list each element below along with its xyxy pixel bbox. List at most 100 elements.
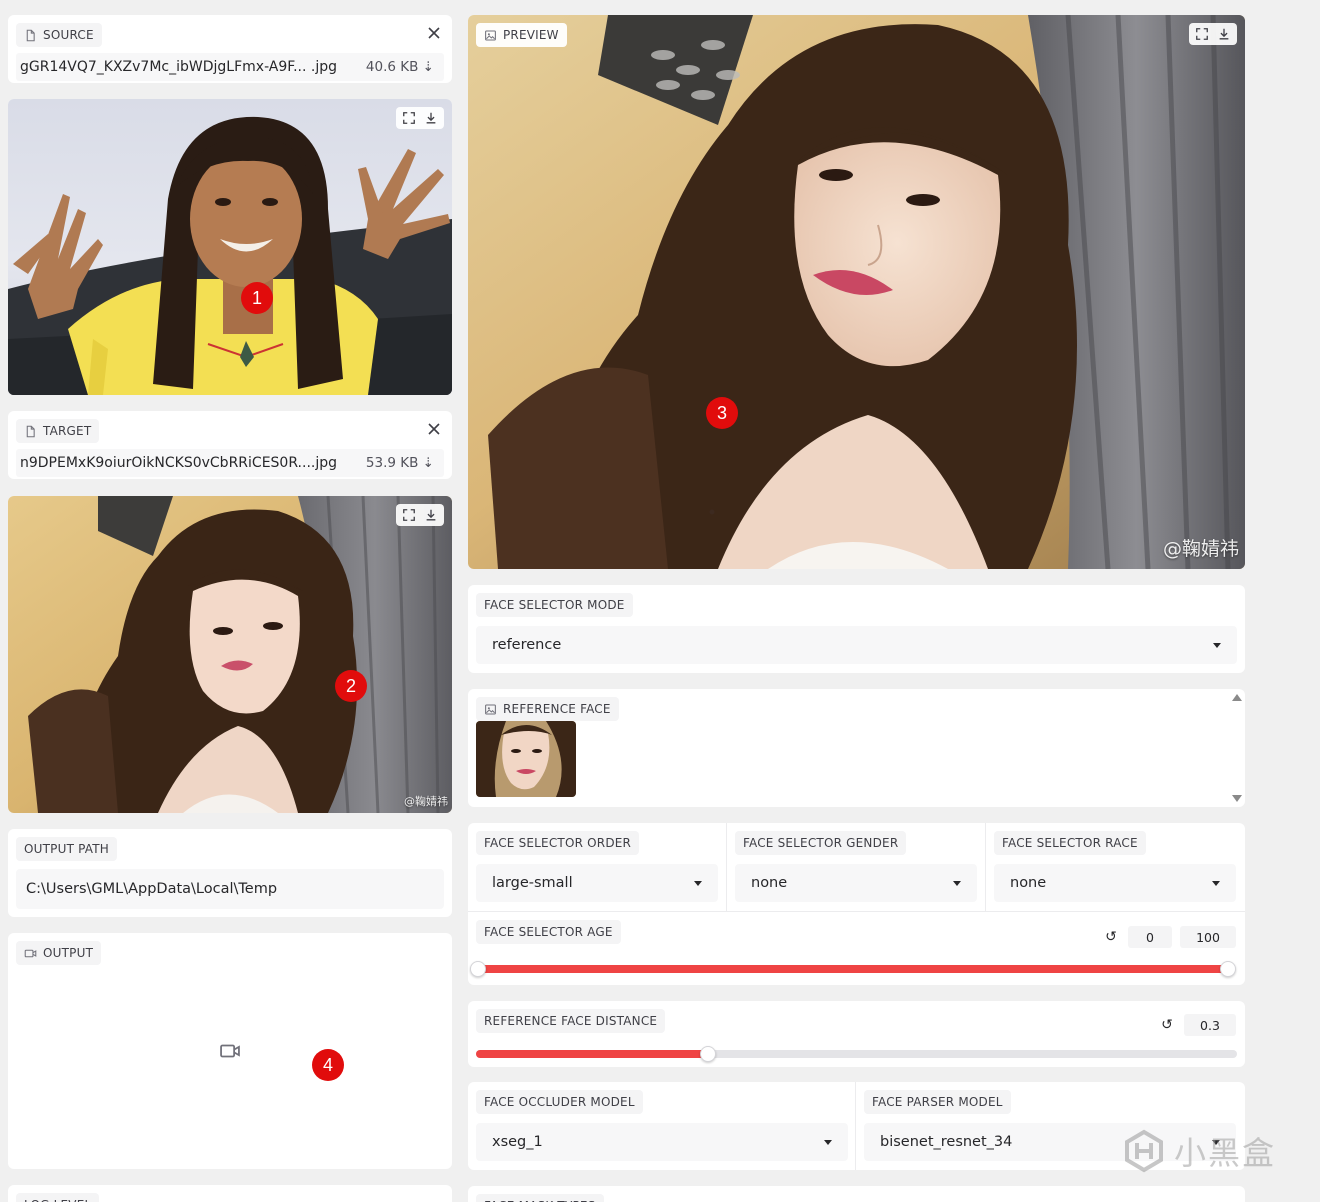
scroll-up-arrow[interactable] — [1232, 694, 1242, 701]
output-label-text: OUTPUT — [43, 946, 94, 960]
reference-face-panel: REFERENCE FACE — [468, 689, 1245, 807]
reference-face-photo — [476, 721, 576, 797]
face-selector-order-label: FACE SELECTOR ORDER — [476, 831, 640, 855]
brand-watermark: 小黑盒 — [1122, 1128, 1276, 1174]
reference-face-distance-input[interactable]: 0.3 — [1184, 1014, 1236, 1036]
face-selector-gender-label: FACE SELECTOR GENDER — [735, 831, 907, 855]
preview-watermark: @鞠婧祎 — [1162, 538, 1239, 560]
target-image-panel: @鞠婧祎 — [8, 496, 452, 813]
source-label: SOURCE — [16, 23, 102, 47]
chevron-down-icon — [694, 880, 702, 886]
target-label: TARGET — [16, 419, 100, 443]
face-mask-types-label: FACE MASK TYPES — [476, 1194, 604, 1202]
fullscreen-icon[interactable] — [398, 107, 420, 129]
source-file-row[interactable]: gGR14VQ7_KXZv7Mc_ibWDjgLFmx-A9F... .jpg … — [16, 53, 444, 81]
age-slider-max-handle[interactable] — [1220, 961, 1236, 977]
age-max-input[interactable]: 100 — [1180, 926, 1236, 948]
face-selector-mode-dropdown[interactable]: reference — [476, 626, 1237, 664]
face-selector-gender-dropdown[interactable]: none — [735, 864, 977, 902]
output-path-panel: OUTPUT PATH C:\Users\GML\AppData\Local\T… — [8, 829, 452, 917]
face-selector-order-dropdown[interactable]: large-small — [476, 864, 718, 902]
source-file-size[interactable]: 40.6 KB ⇣ — [366, 59, 434, 75]
file-icon — [24, 425, 37, 438]
scroll-down-arrow[interactable] — [1232, 795, 1242, 802]
close-icon[interactable] — [426, 421, 442, 437]
fullscreen-icon[interactable] — [1191, 23, 1213, 45]
source-image-panel — [8, 99, 452, 395]
reset-icon[interactable]: ↺ — [1156, 1014, 1178, 1036]
download-icon[interactable] — [420, 107, 442, 129]
reference-face-distance-label: REFERENCE FACE DISTANCE — [476, 1009, 666, 1033]
face-selector-race-value: none — [1010, 875, 1047, 891]
file-icon — [24, 29, 37, 42]
face-occluder-model-label: FACE OCCLUDER MODEL — [476, 1090, 643, 1114]
age-slider-min-handle[interactable] — [470, 961, 486, 977]
annotation-marker-4: 4 — [312, 1049, 344, 1081]
face-selector-mode-panel: FACE SELECTOR MODE reference — [468, 585, 1245, 673]
face-selector-race-label: FACE SELECTOR RACE — [994, 831, 1146, 855]
download-icon[interactable] — [1213, 23, 1235, 45]
reference-face-label-text: REFERENCE FACE — [503, 702, 611, 716]
face-selector-order-value: large-small — [492, 875, 573, 891]
face-selector-options-panel: FACE SELECTOR ORDER large-small FACE SEL… — [468, 823, 1245, 985]
close-icon[interactable] — [426, 25, 442, 41]
output-panel: OUTPUT — [8, 933, 452, 1169]
face-mask-types-panel: FACE MASK TYPES — [468, 1186, 1245, 1202]
distance-slider-fill — [476, 1050, 709, 1058]
log-level-label: LOG LEVEL — [16, 1193, 100, 1202]
target-photo — [8, 496, 452, 813]
video-icon — [24, 947, 37, 960]
reset-icon[interactable]: ↺ — [1100, 926, 1122, 948]
distance-slider-handle[interactable] — [700, 1046, 717, 1062]
divider — [726, 823, 727, 911]
source-file-panel: SOURCE gGR14VQ7_KXZv7Mc_ibWDjgLFmx-A9F..… — [8, 15, 452, 83]
preview-image-tools — [1189, 23, 1237, 45]
source-photo — [8, 99, 452, 395]
face-selector-race-dropdown[interactable]: none — [994, 864, 1236, 902]
preview-label: PREVIEW — [476, 23, 567, 47]
brand-logo-icon — [1125, 1129, 1163, 1173]
target-file-size[interactable]: 53.9 KB ⇣ — [366, 455, 434, 471]
output-path-label: OUTPUT PATH — [16, 837, 118, 861]
image-icon — [484, 703, 497, 716]
target-label-text: TARGET — [43, 424, 92, 438]
source-file-name[interactable]: gGR14VQ7_KXZv7Mc_ibWDjgLFmx-A9F... .jpg — [20, 59, 337, 75]
target-file-name[interactable]: n9DPEMxK9oiurOikNCKS0vCbRRiCES0R....jpg — [20, 455, 337, 471]
chevron-down-icon — [824, 1139, 832, 1145]
age-slider-fill — [478, 965, 1228, 973]
video-placeholder-icon — [219, 1040, 241, 1062]
download-icon[interactable] — [420, 504, 442, 526]
face-selector-age-label: FACE SELECTOR AGE — [476, 920, 621, 944]
annotation-marker-2: 2 — [335, 670, 367, 702]
reference-face-thumbnail[interactable] — [476, 721, 576, 797]
output-label: OUTPUT — [16, 941, 102, 965]
face-occluder-model-dropdown[interactable]: xseg_1 — [476, 1123, 848, 1161]
preview-panel: PREVIEW @鞠婧祎 — [468, 15, 1245, 569]
target-image-tools — [396, 504, 444, 526]
age-min-input[interactable]: 0 — [1128, 926, 1172, 948]
annotation-marker-3: 3 — [706, 397, 738, 429]
fullscreen-icon[interactable] — [398, 504, 420, 526]
annotation-marker-1: 1 — [241, 282, 273, 314]
source-image-tools — [396, 107, 444, 129]
face-selector-mode-label: FACE SELECTOR MODE — [476, 593, 633, 617]
target-file-panel: TARGET n9DPEMxK9oiurOikNCKS0vCbRRiCES0R.… — [8, 411, 452, 479]
chevron-down-icon — [953, 880, 961, 886]
target-file-row[interactable]: n9DPEMxK9oiurOikNCKS0vCbRRiCES0R....jpg … — [16, 449, 444, 477]
preview-label-text: PREVIEW — [503, 28, 559, 42]
brand-watermark-text: 小黑盒 — [1174, 1134, 1277, 1172]
output-path-input[interactable]: C:\Users\GML\AppData\Local\Temp — [16, 869, 444, 909]
chevron-down-icon — [1212, 880, 1220, 886]
target-watermark: @鞠婧祎 — [404, 795, 448, 808]
reference-face-label: REFERENCE FACE — [476, 697, 619, 721]
face-selector-gender-value: none — [751, 875, 788, 891]
divider — [468, 911, 1245, 912]
log-level-panel: LOG LEVEL — [8, 1185, 452, 1202]
preview-photo — [468, 15, 1245, 569]
chevron-down-icon — [1213, 642, 1221, 648]
image-icon — [484, 29, 497, 42]
divider — [985, 823, 986, 911]
source-label-text: SOURCE — [43, 28, 94, 42]
face-selector-mode-value: reference — [492, 637, 562, 653]
face-parser-model-value: bisenet_resnet_34 — [880, 1134, 1013, 1150]
